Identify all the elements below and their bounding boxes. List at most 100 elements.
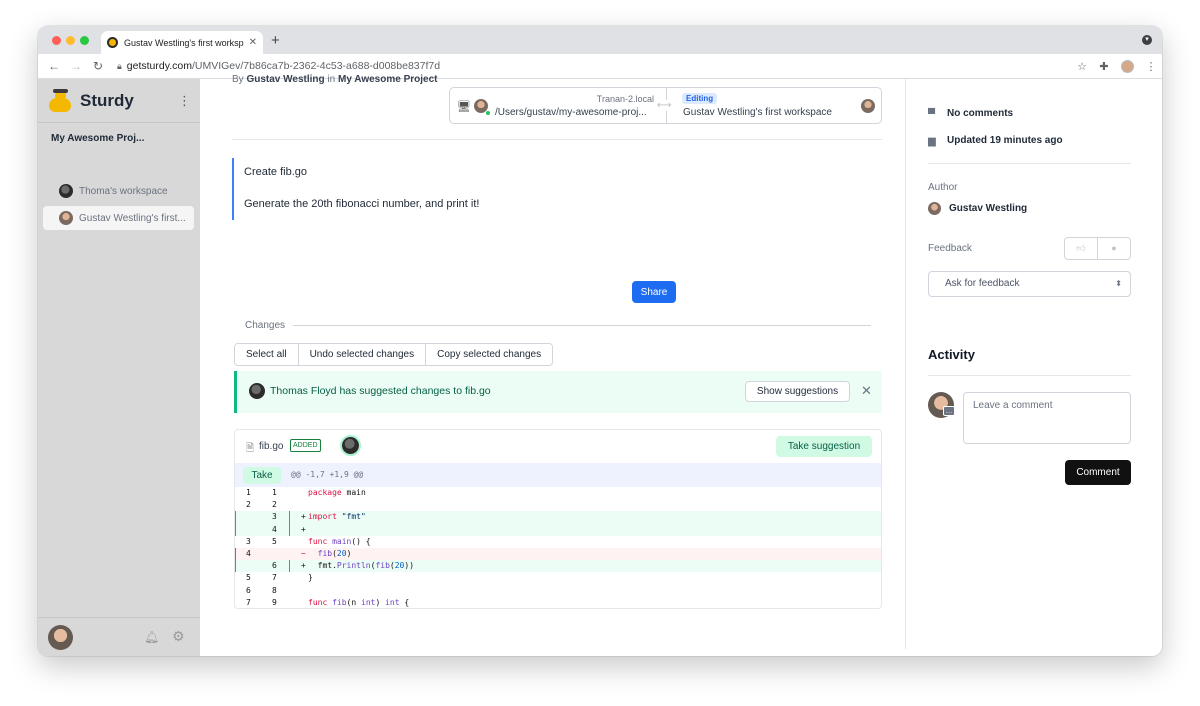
- updated-time: ▆ Updated 19 minutes ago: [928, 135, 1063, 147]
- diff-separator: [289, 487, 290, 499]
- avatar: [928, 202, 941, 215]
- diff-gutter: [235, 536, 287, 548]
- user-avatar[interactable]: [48, 625, 73, 650]
- browser-tab[interactable]: Gustav Westling's first worksp ✕: [101, 31, 263, 54]
- sidebar-project-name[interactable]: My Awesome Proj...: [51, 133, 144, 144]
- select-all-button[interactable]: Select all: [235, 344, 299, 365]
- sidebar-item-gustav-workspace[interactable]: Gustav Westling's first...: [43, 206, 194, 230]
- browser-toolbar: ← → ↻ 🔒︎ getsturdy.com/UMVIGev/7b86ca7b-…: [38, 54, 1162, 79]
- diff-gutter: [235, 560, 287, 573]
- diff-sign: +: [301, 561, 306, 571]
- back-arrow-icon[interactable]: ←: [43, 59, 65, 73]
- workspace-description[interactable]: Create fib.go Generate the 20th fibonacc…: [232, 158, 532, 220]
- connection-card[interactable]: 🖥︎ Tranan-2.local /Users/gustav/my-aweso…: [449, 87, 882, 124]
- connection-source: 🖥︎ Tranan-2.local /Users/gustav/my-aweso…: [450, 88, 666, 123]
- new-line-number: 2: [272, 500, 277, 510]
- divider: [928, 163, 1131, 164]
- sidebar-item-label: Thoma's workspace: [79, 185, 168, 197]
- workspace-name: Gustav Westling's first workspace: [683, 107, 832, 118]
- status-badge: ADDED: [290, 439, 321, 452]
- diff-gutter: [235, 523, 287, 536]
- code-text: }: [308, 573, 313, 583]
- new-line-number: 4: [272, 524, 277, 534]
- divider: [928, 375, 1131, 376]
- diff-line[interactable]: 7 9 func fib(n int) int {: [235, 597, 881, 608]
- divider: [293, 325, 871, 326]
- sidebar-item-label: Gustav Westling's first...: [79, 212, 186, 224]
- tab-close-icon[interactable]: ✕: [249, 37, 257, 48]
- info-icon[interactable]: ●: [1098, 238, 1130, 259]
- comment-button[interactable]: Comment: [1065, 460, 1131, 485]
- main-content: By Gustav Westling in My Awesome Project…: [200, 74, 905, 656]
- diff-gutter: [235, 487, 287, 499]
- code-text: fib(20): [317, 548, 352, 558]
- browser-menu-icon[interactable]: ⋮: [1140, 60, 1162, 73]
- diff-sign: +: [301, 512, 306, 522]
- comment-input[interactable]: Leave a comment: [963, 392, 1131, 444]
- new-line-number: 3: [272, 512, 277, 522]
- close-window-button[interactable]: [52, 36, 61, 45]
- diff-line[interactable]: 3 5 func main() {: [235, 536, 881, 548]
- diff-line[interactable]: 3 + import "fmt": [235, 511, 881, 524]
- new-line-number: 9: [272, 597, 277, 607]
- maximize-window-button[interactable]: [80, 36, 89, 45]
- hunk-header: Take @@ -1,7 +1,9 @@: [235, 463, 881, 487]
- lock-icon[interactable]: 🔒︎: [117, 61, 122, 72]
- diff-line[interactable]: 4 − fib(20): [235, 547, 881, 561]
- new-tab-button[interactable]: +: [271, 32, 280, 49]
- undo-selected-button[interactable]: Undo selected changes: [298, 344, 427, 365]
- take-button[interactable]: Take: [243, 467, 281, 484]
- extensions-puzzle-icon[interactable]: ✚: [1093, 60, 1115, 73]
- profile-avatar[interactable]: [1121, 59, 1134, 73]
- diff-separator: [289, 511, 290, 524]
- sync-arrow-icon: ⟷: [657, 100, 672, 111]
- ask-feedback-select[interactable]: Ask for feedback ⬍: [928, 271, 1131, 297]
- online-status-icon: [485, 110, 491, 116]
- minimize-window-button[interactable]: [66, 36, 75, 45]
- tab-search-icon[interactable]: ▾: [1142, 35, 1152, 45]
- old-line-number: 7: [246, 597, 251, 607]
- show-suggestions-button[interactable]: Show suggestions: [745, 381, 850, 402]
- take-suggestion-button[interactable]: Take suggestion: [776, 436, 872, 457]
- copy-selected-button[interactable]: Copy selected changes: [426, 344, 553, 365]
- thumbs-up-icon[interactable]: 👍︎: [1065, 238, 1098, 259]
- diff-line[interactable]: 4 +: [235, 523, 881, 536]
- diff-gutter: [235, 597, 287, 608]
- address-bar[interactable]: getsturdy.com/UMVIGev/7b86ca7b-2362-4c53…: [127, 60, 1071, 72]
- diff-gutter: [235, 585, 287, 597]
- sidebar-item-thomas-workspace[interactable]: Thoma's workspace: [43, 179, 194, 203]
- diff-line[interactable]: 5 7}: [235, 572, 881, 584]
- bookmark-star-icon[interactable]: ☆: [1071, 60, 1093, 73]
- diff-line[interactable]: 22: [235, 499, 881, 511]
- activity-heading: Activity: [928, 347, 975, 362]
- reload-icon[interactable]: ↻: [87, 59, 109, 73]
- diff-line[interactable]: 6 + fmt.Println(fib(20)): [235, 560, 881, 573]
- sturdy-favicon-icon: [107, 37, 118, 48]
- avatar: [59, 184, 73, 198]
- code-text: func fib(n int) int {: [308, 597, 410, 607]
- byline-project[interactable]: My Awesome Project: [338, 74, 437, 85]
- calendar-icon: ▆: [928, 135, 936, 147]
- avatar: [342, 437, 359, 454]
- file-header: 🗎 fib.go ADDED Take suggestion: [235, 430, 881, 463]
- author-name[interactable]: Gustav Westling: [949, 203, 1027, 214]
- share-button[interactable]: Share: [632, 281, 676, 303]
- gear-icon[interactable]: ⚙: [172, 628, 185, 645]
- kebab-menu-icon[interactable]: ⋮: [178, 93, 191, 109]
- brand[interactable]: Sturdy: [48, 89, 134, 113]
- comments-text: No comments: [947, 108, 1014, 119]
- diff-line[interactable]: 68: [235, 585, 881, 597]
- forward-arrow-icon[interactable]: →: [65, 59, 87, 73]
- url-host: getsturdy.com: [126, 60, 192, 72]
- bell-icon[interactable]: 🔔︎: [144, 630, 159, 644]
- close-icon[interactable]: ✕: [861, 383, 872, 399]
- suggestion-text: Thomas Floyd has suggested changes to fi…: [270, 385, 491, 397]
- file-name[interactable]: fib.go: [259, 441, 283, 452]
- diff-sign: −: [301, 548, 306, 558]
- file-icon: 🗎: [246, 443, 255, 454]
- avatar: [59, 211, 73, 225]
- diff-line[interactable]: 1 1 package main: [235, 487, 881, 499]
- old-line-number: 5: [246, 573, 251, 583]
- file-diff-card: 🗎 fib.go ADDED Take suggestion Take @@ -…: [234, 429, 882, 609]
- byline-author[interactable]: Gustav Westling: [246, 74, 324, 85]
